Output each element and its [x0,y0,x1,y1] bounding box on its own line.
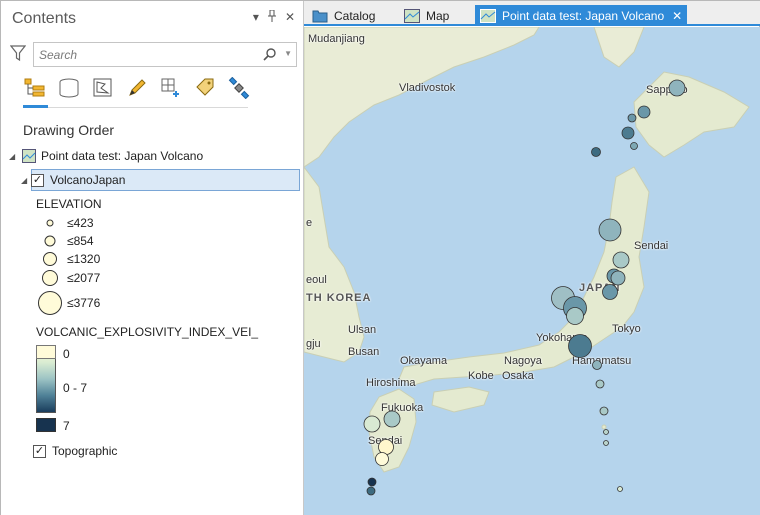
map-icon [404,8,420,23]
vei-ramp-top-swatch [36,345,56,359]
elevation-class-3: ≤1320 [36,251,100,267]
contents-pane: Contents ▾ ✕ ▼ [1,1,304,515]
list-by-labeling-button[interactable] [193,75,216,101]
elevation-class-4: ≤2077 [36,269,100,287]
collapse-arrow-icon[interactable]: ◢ [21,176,31,185]
close-tab-icon[interactable]: ✕ [672,9,682,23]
close-pane-icon[interactable]: ✕ [285,10,295,25]
map-view[interactable]: Mudanjiang Vladivostok Sapporo Sendai JA… [304,27,760,515]
list-by-data-source-button[interactable] [57,75,80,101]
label-hiroshima: Hiroshima [366,377,416,389]
vei-ramp-bottom-label: 7 [63,419,70,433]
tab-catalog[interactable]: Catalog [312,5,375,26]
label-ulsan: Ulsan [348,324,377,336]
list-by-editing-button[interactable] [125,75,148,101]
pane-controls: ▾ ✕ [253,9,295,25]
label-mudanjiang: Mudanjiang [308,33,365,45]
label-vladivostok: Vladivostok [399,82,456,94]
map-tree-item[interactable]: ◢ Point data test: Japan Volcano [9,145,203,167]
size-symbol [36,234,64,248]
label-okayama: Okayama [400,355,448,367]
pencil-icon [128,79,146,96]
layer-tree-item[interactable]: ◢ ✓ VolcanoJapan [21,169,125,191]
label-tag-icon [195,78,213,96]
basemap-visibility-checkbox[interactable]: ✓ [33,444,46,458]
label-busan: Busan [348,346,380,358]
elevation-class-2: ≤854 [36,234,94,248]
label-osaka: Osaka [502,370,534,382]
layer-label: VolcanoJapan [50,173,126,187]
map-icon [22,149,36,163]
label-left-e: e [306,217,313,229]
label-fukuoka: Fukuoka [381,402,424,414]
active-view-indicator [23,105,48,108]
filter-icon[interactable] [10,44,26,62]
label-tokyo: Tokyo [612,323,641,335]
label-gju: gju [306,338,321,350]
layer-visibility-checkbox[interactable]: ✓ [31,173,44,187]
size-symbol [36,251,64,267]
snapping-grid-icon [161,78,179,97]
polygon-selection-icon [93,78,111,97]
toolbar-divider [23,107,248,108]
label-sendai-kyushu: Sendai [368,435,403,447]
label-north-korea: TH KOREA [306,292,372,304]
search-box[interactable]: ▼ [33,42,297,67]
satellite-icon [228,77,249,99]
label-yokohama: Yokohama [536,332,588,344]
contents-toolbar [23,75,250,105]
label-sendai: Sendai [634,240,669,252]
label-nagoya: Nagoya [504,355,542,367]
search-icon[interactable] [263,48,276,61]
tab-point-data-test[interactable]: Point data test: Japan Volcano ✕ [475,5,688,26]
label-sapporo: Sapporo [646,84,688,96]
view-tab-bar: Catalog Map Point data test: Japan Volca… [304,1,760,26]
label-seoul: eoul [306,274,327,286]
label-japan: JAPAN [579,282,621,294]
elevation-class-1: ≤423 [36,216,94,230]
search-options-icon[interactable]: ▼ [284,49,292,58]
size-symbol [36,290,64,316]
map-item-label: Point data test: Japan Volcano [41,149,204,163]
search-input[interactable] [39,46,259,63]
list-by-snapping-button[interactable] [159,75,182,101]
basemap-label: Topographic [52,444,118,458]
pin-icon[interactable] [267,9,277,25]
catalog-icon [312,10,328,22]
pane-menu-icon[interactable]: ▾ [253,10,259,25]
app-window: Contents ▾ ✕ ▼ [0,0,760,515]
list-by-selection-button[interactable] [91,75,114,101]
basemap-tree-item[interactable]: ✓ Topographic [33,440,117,462]
database-icon [59,78,78,98]
label-hamamatsu: Hamamatsu [572,355,632,367]
pane-title: Contents [12,10,77,27]
vei-ramp-bottom-swatch [36,418,56,432]
map-icon [480,8,496,23]
tab-map[interactable]: Map [404,5,449,26]
size-symbol [36,218,64,228]
vei-legend-title: VOLCANIC_EXPLOSIVITY_INDEX_VEI_ [36,325,259,339]
elevation-class-5: ≤3776 [36,290,100,316]
drawing-order-icon [24,78,44,97]
label-kobe: Kobe [468,370,494,382]
list-by-perspective-button[interactable] [227,75,250,101]
vei-ramp-top-label: 0 [63,347,70,361]
collapse-arrow-icon[interactable]: ◢ [9,152,19,161]
vei-ramp-middle-label: 0 - 7 [63,381,88,395]
list-by-drawing-order-button[interactable] [23,75,46,101]
drawing-order-heading: Drawing Order [23,122,115,138]
size-symbol [36,269,64,287]
elevation-legend-title: ELEVATION [36,197,102,211]
